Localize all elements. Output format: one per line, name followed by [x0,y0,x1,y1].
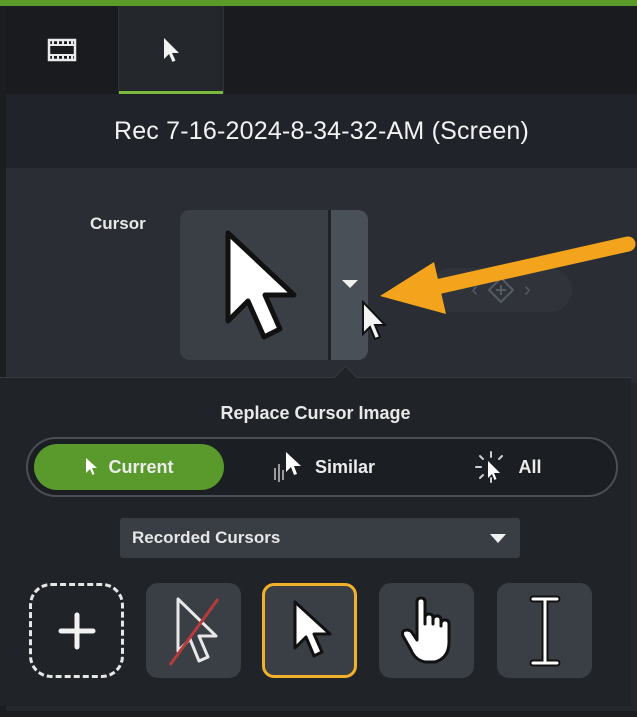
pointer-icon [86,458,98,475]
cursor-option-arrow[interactable] [262,583,357,678]
scope-all-label: All [518,456,542,477]
cursor-option-none[interactable] [146,583,241,678]
cursor-option-hand[interactable] [379,583,474,678]
no-cursor-icon [168,597,219,666]
callout-arrow-annotation [380,236,636,314]
ibeam-cursor-icon [529,595,560,666]
cursor-library-select[interactable]: Recorded Cursors [120,518,520,558]
popup-title: Replace Cursor Image [220,403,411,423]
scope-similar-button[interactable]: Similar [248,444,398,490]
hand-cursor-icon [400,596,450,663]
pointer-similar-icon [273,452,301,482]
scope-current-button[interactable]: Current [34,444,224,490]
scope-all-button[interactable]: All [433,444,583,490]
cursor-option-ibeam[interactable] [497,583,592,678]
scope-current-label: Current [108,456,174,477]
chevron-down-icon [490,533,506,543]
add-cursor-button[interactable] [29,583,124,678]
pointer-all-icon [475,451,504,483]
add-icon [58,612,95,649]
replace-scope-toggle: Current Similar All [26,437,618,497]
cursor-library-value: Recorded Cursors [132,528,281,547]
scope-similar-label: Similar [314,456,376,477]
mouse-pointer-icon [362,300,388,341]
arrow-cursor-icon [293,600,331,657]
